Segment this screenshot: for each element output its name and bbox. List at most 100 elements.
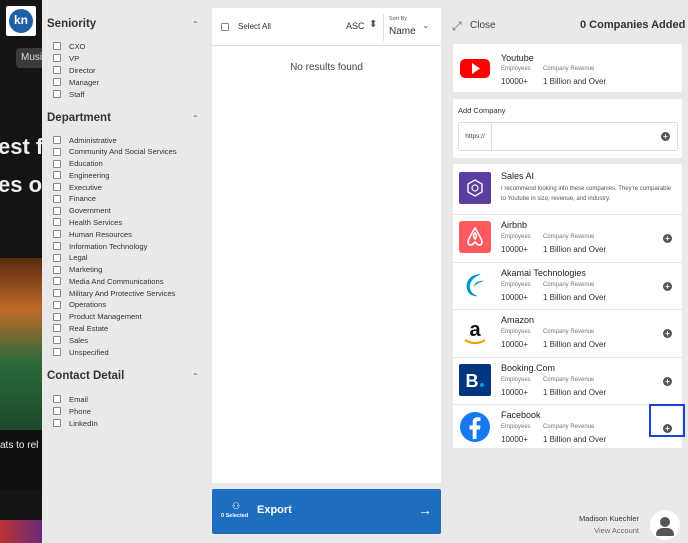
add-company-title: Add Company — [458, 106, 506, 115]
filter-option[interactable]: Phone — [53, 405, 91, 417]
sales-ai-icon — [459, 172, 491, 204]
company-suggestion: Airbnb Employees Company Revenue 10000+ 1 Bi… — [453, 214, 682, 261]
revenue-value: 1 Billion and Over — [543, 292, 607, 302]
select-all[interactable]: Select All — [221, 22, 271, 31]
filter-checkbox[interactable] — [53, 265, 61, 274]
filter-checkbox[interactable] — [53, 289, 61, 298]
filter-option[interactable]: Real Estate — [53, 322, 108, 334]
collapse-icon[interactable]: ⌃ — [192, 20, 199, 29]
filter-option[interactable]: Executive — [53, 181, 102, 193]
sort-order-toggle[interactable]: ASC — [346, 21, 365, 31]
filter-option[interactable]: Manager — [53, 76, 99, 88]
filter-checkbox[interactable] — [53, 407, 61, 415]
filter-checkbox[interactable] — [53, 348, 61, 357]
filter-option[interactable]: CXO — [53, 40, 85, 52]
view-account-link[interactable]: View Account — [594, 526, 639, 535]
filter-checkbox[interactable] — [53, 336, 61, 345]
filter-option-label: Education — [69, 159, 103, 169]
close-button[interactable]: Close — [470, 20, 496, 31]
filter-checkbox[interactable] — [53, 253, 61, 262]
filter-checkbox[interactable] — [53, 300, 61, 309]
revenue-label: Company Revenue — [543, 281, 595, 288]
filter-option[interactable]: Media And Communications — [53, 275, 164, 287]
add-company-icon[interactable]: + — [663, 329, 672, 338]
filter-option-label: Information Technology — [69, 241, 148, 251]
filter-option[interactable]: Human Resources — [53, 228, 132, 240]
filter-checkbox[interactable] — [53, 324, 61, 333]
add-company-icon[interactable]: + — [663, 376, 672, 386]
filter-option-label: Staff — [69, 89, 85, 99]
select-all-checkbox[interactable] — [221, 22, 229, 31]
results-toolbar: Select All ASC ⬍ Sort By Name ⌄ — [212, 8, 441, 46]
collapse-icon[interactable]: ⌃ — [192, 114, 199, 123]
collapse-icon[interactable]: ⌃ — [192, 372, 199, 381]
sort-by-select[interactable]: Name — [389, 26, 416, 37]
collapse-arrows-icon[interactable]: ⤢ — [452, 19, 462, 34]
filter-option-label: Manager — [69, 77, 99, 87]
filter-option-label: Product Management — [69, 312, 142, 322]
filter-option[interactable]: Government — [53, 205, 111, 217]
filter-checkbox[interactable] — [53, 230, 61, 239]
company-name: Airbnb — [501, 220, 528, 230]
filter-option-label: Government — [69, 206, 111, 216]
add-icon[interactable]: + — [661, 132, 670, 141]
filter-checkbox[interactable] — [53, 136, 61, 144]
filter-option[interactable]: Military And Protective Services — [53, 287, 175, 299]
add-company-icon[interactable]: + — [663, 234, 672, 243]
filter-option[interactable]: Information Technology — [53, 240, 147, 252]
filter-panel: Seniority ⌃ CXO VP Director Manager Staff De… — [42, 0, 208, 543]
filter-option[interactable]: Director — [53, 64, 96, 76]
filter-option[interactable]: LinkedIn — [53, 417, 98, 429]
filter-option-label: Engineering — [69, 170, 110, 180]
filter-option-label: Director — [69, 65, 96, 75]
filter-checkbox[interactable] — [53, 147, 61, 156]
filter-option[interactable]: Community And Social Services — [53, 146, 177, 158]
section-department-title: Department — [47, 112, 111, 124]
filter-checkbox[interactable] — [53, 419, 61, 427]
filter-option[interactable]: Legal — [53, 252, 88, 264]
export-button[interactable]: ⚇ 0 Selected Export → — [212, 489, 441, 534]
filter-checkbox[interactable] — [53, 159, 61, 168]
filter-checkbox[interactable] — [53, 194, 61, 203]
filter-checkbox[interactable] — [53, 183, 61, 192]
filter-option[interactable]: Product Management — [53, 311, 142, 323]
filter-checkbox[interactable] — [53, 78, 61, 86]
filter-checkbox[interactable] — [53, 206, 61, 215]
filter-checkbox[interactable] — [53, 54, 61, 62]
filter-checkbox[interactable] — [53, 171, 61, 180]
filter-checkbox[interactable] — [53, 66, 61, 74]
filter-checkbox[interactable] — [53, 218, 61, 227]
site-logo: kn — [6, 6, 36, 36]
add-company-card: Add Company https:// + — [453, 99, 682, 158]
svg-text:a: a — [469, 319, 481, 341]
filter-checkbox[interactable] — [53, 242, 61, 251]
company-name: Akamai Technologies — [501, 267, 586, 278]
filter-option[interactable]: Engineering — [53, 169, 110, 181]
filter-option[interactable]: Sales — [53, 334, 88, 346]
filter-option[interactable]: Health Services — [53, 216, 122, 228]
filter-checkbox[interactable] — [53, 90, 61, 98]
sort-order-icon[interactable]: ⬍ — [369, 19, 377, 30]
empty-state: No results found — [290, 62, 363, 73]
add-company-icon[interactable]: + — [663, 281, 672, 291]
filter-checkbox[interactable] — [53, 312, 61, 321]
filter-option[interactable]: Marketing — [53, 264, 102, 276]
filter-option[interactable]: Unspecified — [53, 346, 109, 358]
employees-value: 10000+ — [501, 387, 528, 397]
filter-checkbox[interactable] — [53, 277, 61, 286]
company-suggestion: B Booking.Com Employees Company Revenue 1000… — [453, 356, 682, 404]
filter-option[interactable]: VP — [53, 52, 79, 64]
filter-option[interactable]: Staff — [53, 88, 84, 100]
filter-option[interactable]: Operations — [53, 299, 106, 311]
company-url-input[interactable] — [493, 123, 653, 150]
filter-option-label: Phone — [69, 406, 91, 416]
filter-option[interactable]: Education — [53, 158, 103, 170]
filter-checkbox[interactable] — [53, 395, 61, 403]
filter-option[interactable]: Email — [53, 393, 88, 405]
filter-option[interactable]: Finance — [53, 193, 96, 205]
filter-option[interactable]: Administrative — [53, 134, 117, 146]
booking-icon: B — [459, 363, 491, 396]
avatar[interactable] — [650, 510, 680, 540]
chevron-down-icon[interactable]: ⌄ — [422, 20, 430, 31]
filter-checkbox[interactable] — [53, 42, 61, 50]
